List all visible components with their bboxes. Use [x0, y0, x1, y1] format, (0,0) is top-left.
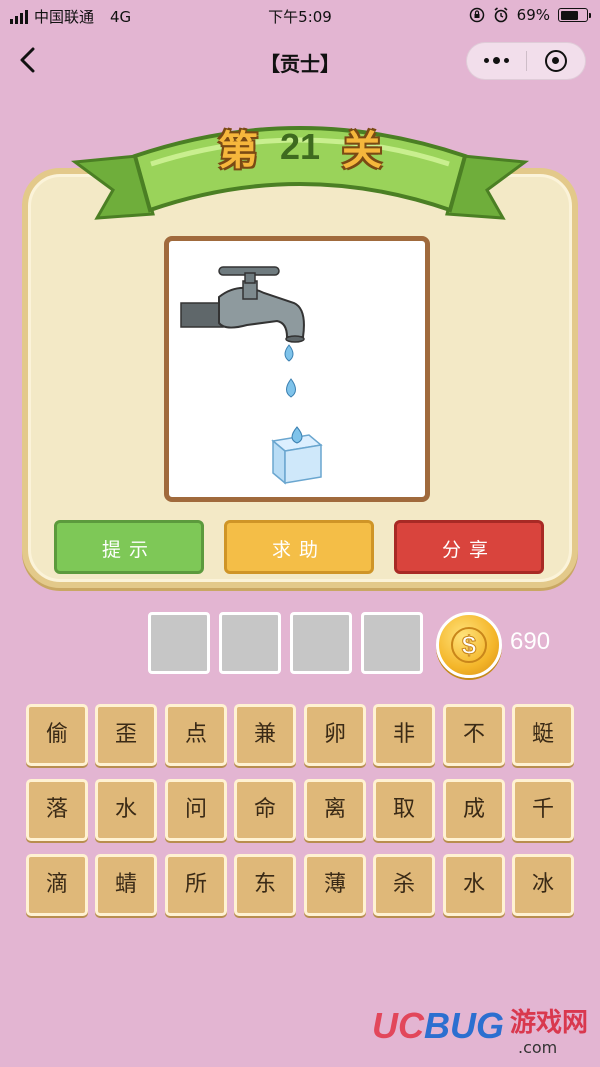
watermark: UCBUG 游戏网 .com — [372, 1001, 592, 1057]
letter-tile[interactable]: 蜓 — [512, 704, 574, 766]
hint-button[interactable]: 提示 — [54, 520, 204, 574]
letter-tile[interactable]: 成 — [443, 779, 505, 841]
letter-tile[interactable]: 命 — [234, 779, 296, 841]
water-tap-icon — [180, 266, 305, 343]
share-button[interactable]: 分享 — [394, 520, 544, 574]
letter-tile[interactable]: 蜻 — [95, 854, 157, 916]
nav-bar: 【贡士】 — [0, 32, 600, 90]
level-title: 第 21 关 — [150, 122, 450, 174]
more-dots-icon — [483, 57, 509, 64]
letter-tile[interactable]: 点 — [165, 704, 227, 766]
answer-slot[interactable] — [290, 612, 352, 674]
letter-tile[interactable]: 所 — [165, 854, 227, 916]
letter-tile[interactable]: 滴 — [26, 854, 88, 916]
letter-tile[interactable]: 偷 — [26, 704, 88, 766]
ice-cube-icon — [271, 426, 323, 485]
letter-tile[interactable]: 问 — [165, 779, 227, 841]
water-drop-icon — [284, 344, 294, 362]
answer-slot[interactable] — [219, 612, 281, 674]
letter-tile[interactable]: 水 — [443, 854, 505, 916]
answer-slot[interactable] — [148, 612, 210, 674]
letter-tile[interactable]: 冰 — [512, 854, 574, 916]
letter-tile[interactable]: 卵 — [304, 704, 366, 766]
battery-percent: 69% — [516, 6, 550, 24]
battery-icon — [558, 8, 591, 22]
watermark-cn: 游戏网 — [510, 1008, 589, 1038]
water-drop-icon — [286, 378, 296, 398]
letter-tile[interactable]: 薄 — [304, 854, 366, 916]
status-bar: 中国联通 4G 下午5:09 69% — [0, 0, 600, 32]
letter-tile[interactable]: 非 — [373, 704, 435, 766]
letter-tile[interactable]: 离 — [304, 779, 366, 841]
answer-slot[interactable] — [361, 612, 423, 674]
orientation-lock-icon — [469, 7, 484, 23]
help-button[interactable]: 求助 — [224, 520, 374, 574]
svg-text:$: $ — [462, 630, 477, 660]
letter-tile[interactable]: 水 — [95, 779, 157, 841]
letter-tile[interactable]: 东 — [234, 854, 296, 916]
letter-tile[interactable]: 落 — [26, 779, 88, 841]
coin-count: 690 — [510, 628, 551, 655]
gold-coin-icon: $ — [436, 612, 502, 678]
watermark-brand-b: BUG — [424, 1005, 504, 1046]
puzzle-picture — [164, 236, 430, 502]
watermark-domain: .com — [518, 1038, 558, 1057]
letter-tile[interactable]: 千 — [512, 779, 574, 841]
letter-tile[interactable]: 歪 — [95, 704, 157, 766]
level-prefix: 第 — [217, 128, 258, 174]
letter-tile[interactable]: 杀 — [373, 854, 435, 916]
watermark-brand-a: UC — [372, 1005, 424, 1046]
clock: 下午5:09 — [268, 8, 332, 26]
mini-program-capsule — [466, 42, 586, 80]
level-number: 21 — [279, 126, 321, 167]
target-close-icon — [544, 50, 567, 72]
letter-tile[interactable]: 兼 — [234, 704, 296, 766]
alarm-icon — [494, 7, 508, 23]
letter-tile[interactable]: 不 — [443, 704, 505, 766]
letter-tile[interactable]: 取 — [373, 779, 435, 841]
close-button[interactable] — [527, 43, 586, 79]
more-button[interactable] — [467, 43, 526, 79]
level-suffix: 关 — [342, 128, 383, 174]
